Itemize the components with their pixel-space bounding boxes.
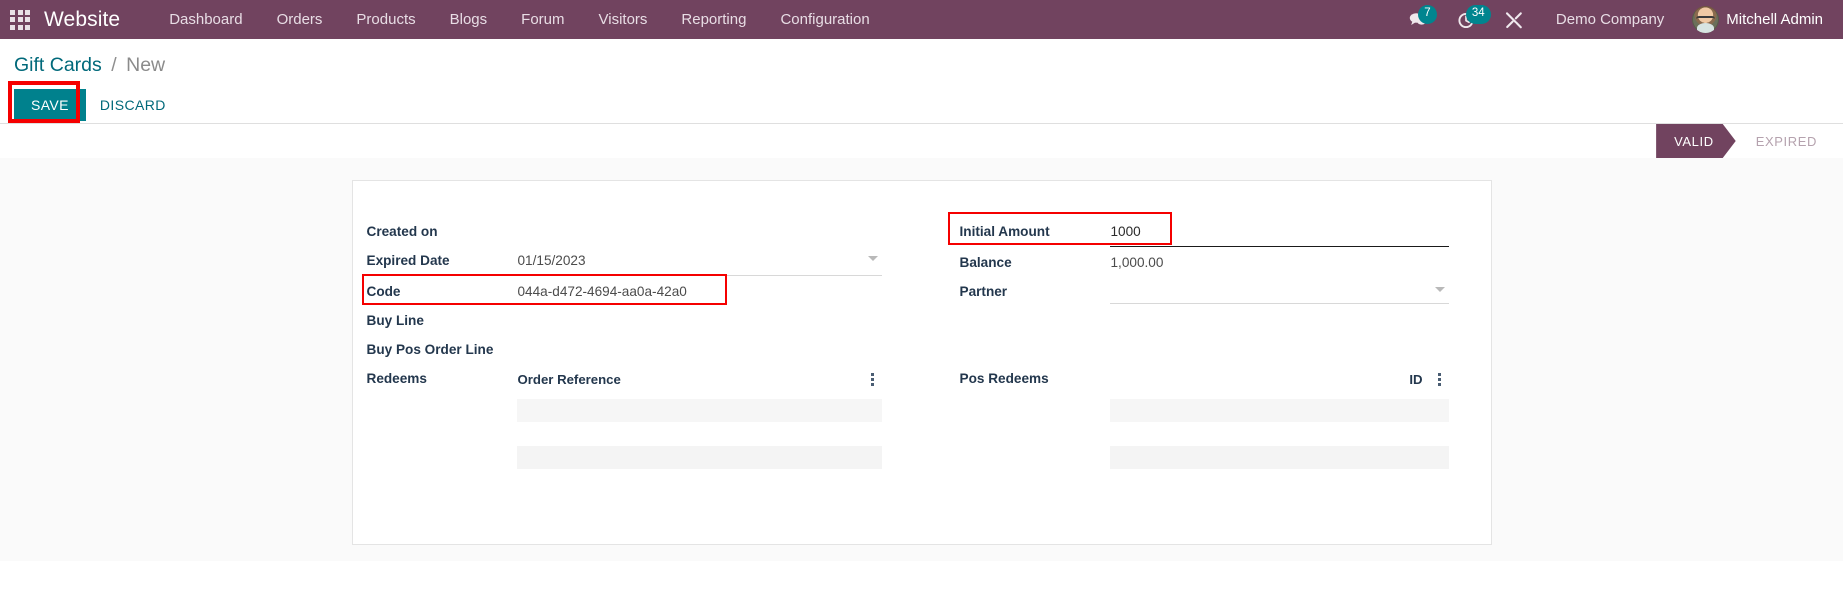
pos-redeems-table: ID bbox=[1110, 367, 1449, 468]
field-value-initial-amount[interactable]: 1000 bbox=[1110, 217, 1449, 247]
field-label-buy-pos-order-line: Buy Pos Order Line bbox=[367, 335, 517, 360]
field-label-pos-redeems: Pos Redeems bbox=[960, 364, 1110, 389]
field-partner[interactable]: Partner bbox=[960, 277, 1449, 305]
column-header-id[interactable]: ID bbox=[1409, 370, 1422, 389]
redeems-o2m-container: Order Reference bbox=[517, 364, 882, 468]
breadcrumb: Gift Cards / New bbox=[0, 39, 1843, 77]
field-value-buy-line bbox=[517, 306, 882, 333]
form-sheet-background: Created on Expired Date 01/15/2023 Code … bbox=[0, 158, 1843, 561]
systray: 7 34 Demo Company Mitchell Admin bbox=[1394, 2, 1829, 37]
field-label-expired-date: Expired Date bbox=[367, 246, 517, 271]
field-label-created-on: Created on bbox=[367, 217, 517, 242]
form-column-right: Initial Amount 1000 Balance 1,000.00 Par… bbox=[908, 217, 1449, 470]
table-row[interactable] bbox=[1110, 446, 1449, 469]
field-buy-line: Buy Line bbox=[367, 306, 882, 334]
top-navbar: Website Dashboard Orders Products Blogs … bbox=[0, 0, 1843, 39]
form-sheet: Created on Expired Date 01/15/2023 Code … bbox=[352, 180, 1492, 545]
field-balance: Balance 1,000.00 bbox=[960, 248, 1449, 277]
field-value-buy-pos-order-line bbox=[517, 335, 882, 362]
field-label-partner: Partner bbox=[960, 277, 1110, 302]
user-menu[interactable]: Mitchell Admin bbox=[1682, 2, 1829, 37]
field-value-expired-date[interactable]: 01/15/2023 bbox=[517, 246, 882, 276]
vertical-dots-icon[interactable] bbox=[866, 373, 880, 386]
activities-count-badge: 34 bbox=[1466, 5, 1491, 25]
messages-button[interactable]: 7 bbox=[1394, 6, 1442, 34]
table-row[interactable] bbox=[517, 399, 882, 422]
apps-grid-icon[interactable] bbox=[8, 8, 32, 32]
form-column-left: Created on Expired Date 01/15/2023 Code … bbox=[367, 217, 908, 470]
breadcrumb-separator: / bbox=[111, 54, 116, 77]
status-bar: VALID EXPIRED bbox=[0, 123, 1843, 158]
menu-item-reporting[interactable]: Reporting bbox=[664, 3, 763, 36]
messages-count-badge: 7 bbox=[1418, 5, 1437, 25]
user-name-label: Mitchell Admin bbox=[1726, 11, 1823, 28]
table-row[interactable] bbox=[517, 446, 882, 469]
field-buy-pos-order-line: Buy Pos Order Line bbox=[367, 335, 882, 363]
menu-item-configuration[interactable]: Configuration bbox=[763, 3, 886, 36]
menu-item-blogs[interactable]: Blogs bbox=[433, 3, 505, 36]
menu-item-forum[interactable]: Forum bbox=[504, 3, 581, 36]
field-label-buy-line: Buy Line bbox=[367, 306, 517, 331]
status-badge-expired[interactable]: EXPIRED bbox=[1736, 124, 1831, 158]
company-switcher[interactable]: Demo Company bbox=[1538, 2, 1682, 37]
field-label-initial-amount: Initial Amount bbox=[960, 217, 1110, 242]
field-buy-line-spacer bbox=[960, 306, 1449, 334]
breadcrumb-root-gift-cards[interactable]: Gift Cards bbox=[14, 54, 102, 77]
field-redeems: Redeems Order Reference bbox=[367, 364, 882, 468]
field-expired-date[interactable]: Expired Date 01/15/2023 bbox=[367, 246, 882, 276]
main-menu: Dashboard Orders Products Blogs Forum Vi… bbox=[152, 3, 887, 36]
field-label-code: Code bbox=[367, 277, 517, 302]
debug-tools-button[interactable] bbox=[1490, 6, 1538, 34]
redeems-table: Order Reference bbox=[517, 367, 882, 468]
field-value-balance: 1,000.00 bbox=[1110, 248, 1449, 277]
save-button[interactable]: SAVE bbox=[14, 89, 86, 121]
menu-item-dashboard[interactable]: Dashboard bbox=[152, 3, 259, 36]
field-value-partner[interactable] bbox=[1110, 277, 1449, 304]
discard-button[interactable]: DISCARD bbox=[86, 89, 180, 121]
avatar bbox=[1692, 6, 1719, 33]
redeems-table-header: Order Reference bbox=[517, 367, 882, 398]
field-value-created-on bbox=[517, 217, 882, 244]
breadcrumb-current-new: New bbox=[126, 54, 165, 77]
menu-item-visitors[interactable]: Visitors bbox=[582, 3, 665, 36]
activities-button[interactable]: 34 bbox=[1442, 6, 1490, 34]
menu-item-products[interactable]: Products bbox=[339, 3, 432, 36]
field-label-balance: Balance bbox=[960, 248, 1110, 273]
status-badge-valid[interactable]: VALID bbox=[1656, 124, 1736, 158]
field-initial-amount[interactable]: Initial Amount 1000 bbox=[960, 217, 1449, 247]
field-value-code[interactable]: 044a-d472-4694-aa0a-42a0 bbox=[517, 277, 882, 306]
field-code[interactable]: Code 044a-d472-4694-aa0a-42a0 bbox=[367, 277, 882, 306]
column-header-order-reference[interactable]: Order Reference bbox=[518, 370, 621, 389]
menu-item-orders[interactable]: Orders bbox=[260, 3, 340, 36]
app-brand-website[interactable]: Website bbox=[44, 8, 120, 32]
pos-redeems-o2m-container: ID bbox=[1110, 364, 1449, 468]
field-label-redeems: Redeems bbox=[367, 364, 517, 389]
pos-redeems-table-header: ID bbox=[1110, 367, 1449, 398]
wrench-tools-icon bbox=[1504, 10, 1524, 30]
field-buy-pos-spacer bbox=[960, 335, 1449, 363]
field-pos-redeems: Pos Redeems ID bbox=[960, 364, 1449, 468]
field-created-on: Created on bbox=[367, 217, 882, 245]
vertical-dots-icon[interactable] bbox=[1433, 373, 1447, 386]
form-action-toolbar: SAVE DISCARD bbox=[0, 77, 1843, 123]
table-row[interactable] bbox=[1110, 399, 1449, 422]
